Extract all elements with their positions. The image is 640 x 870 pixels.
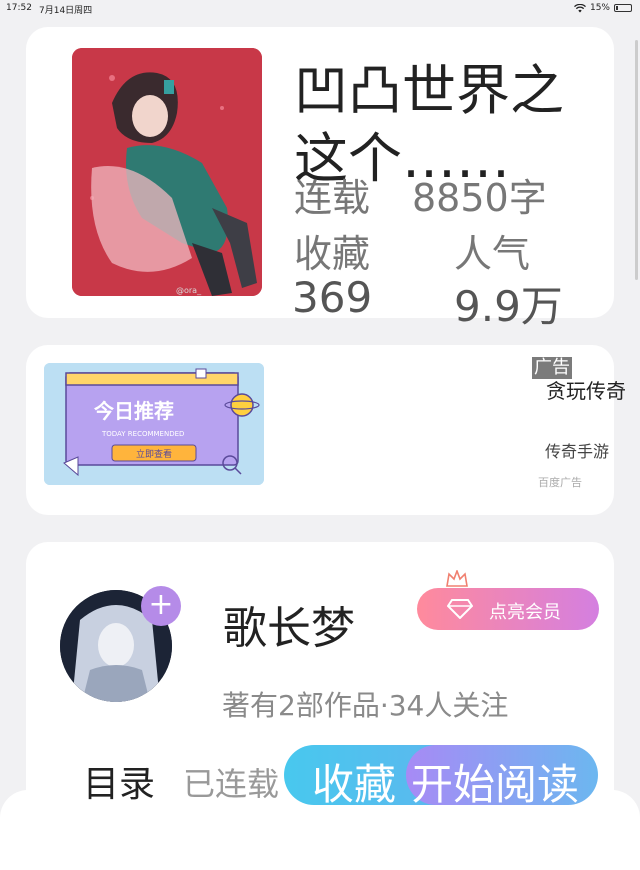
- author-meta: 著有2部作品·34人关注: [222, 689, 509, 722]
- scroll-indicator[interactable]: [635, 40, 638, 280]
- serial-label: 连载: [294, 176, 371, 220]
- ad-subtitle: 传奇手游: [545, 442, 610, 461]
- author-name[interactable]: 歌长梦: [223, 592, 355, 656]
- cover-watermark: @ora_: [176, 286, 202, 295]
- book-info-card: @ora_ 凹凸世界之这个…… 连载 8850字 收藏 人气 369 9.9万: [26, 27, 614, 331]
- ad-banner-subtitle: TODAY RECOMMENDED: [101, 430, 184, 438]
- start-reading-button[interactable]: 开始阅读: [406, 745, 598, 809]
- favorite-button-label: 收藏: [312, 760, 397, 809]
- favorites-value: 369: [292, 273, 373, 322]
- battery-percent: 15%: [589, 3, 610, 13]
- plus-icon: +: [148, 587, 174, 622]
- wifi-icon: [574, 3, 586, 12]
- status-bar: 17:52 7月14日周四 15%: [0, 0, 640, 16]
- vip-button-label: 点亮会员: [489, 602, 561, 623]
- ad-banner-illustration: 今日推荐 TODAY RECOMMENDED 立即查看: [44, 363, 264, 485]
- crown-icon: [446, 570, 468, 587]
- ad-source: 百度广告: [538, 476, 582, 489]
- favorites-label: 收藏: [294, 232, 371, 276]
- toc-button[interactable]: 目录: [83, 755, 155, 807]
- start-reading-label: 开始阅读: [411, 760, 580, 809]
- follow-button[interactable]: +: [141, 586, 181, 626]
- bottom-action-bar: 目录 已连载 收藏 开始阅读: [46, 745, 598, 809]
- ad-card[interactable]: 今日推荐 TODAY RECOMMENDED 立即查看 广告 贪玩传奇 传奇手游…: [26, 345, 626, 515]
- popularity-label: 人气: [454, 232, 531, 276]
- ad-banner-button: 立即查看: [136, 448, 172, 460]
- popularity-value: 9.9万: [454, 282, 563, 331]
- ad-banner[interactable]: 今日推荐 TODAY RECOMMENDED 立即查看: [44, 363, 264, 485]
- book-cover[interactable]: @ora_: [72, 48, 262, 296]
- ad-banner-title: 今日推荐: [94, 399, 174, 423]
- diamond-icon: [447, 599, 473, 619]
- word-count: 8850字: [412, 176, 547, 220]
- status-right: 15%: [574, 3, 632, 13]
- battery-icon: [614, 4, 632, 12]
- serial-status: 已连载: [183, 765, 280, 803]
- status-time: 17:52: [6, 3, 32, 13]
- status-date: 7月14日周四: [39, 6, 93, 16]
- cover-illustration: @ora_: [72, 48, 262, 296]
- ad-headline[interactable]: 贪玩传奇: [546, 375, 626, 404]
- vip-button[interactable]: 点亮会员: [417, 588, 599, 630]
